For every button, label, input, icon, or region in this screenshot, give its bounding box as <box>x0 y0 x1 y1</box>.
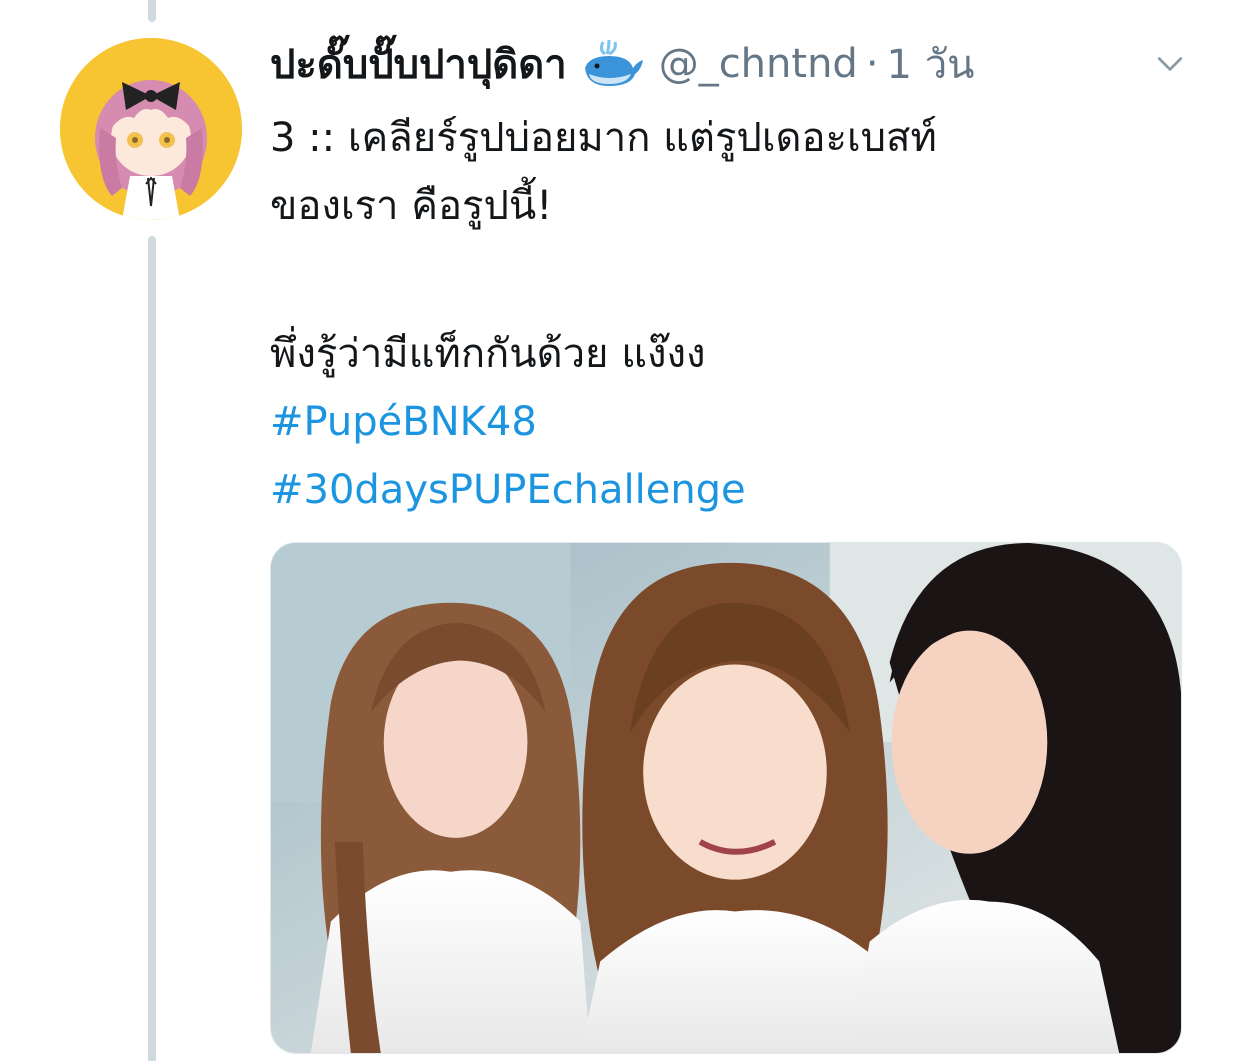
thread-connector-bottom <box>148 236 156 1061</box>
avatar[interactable] <box>60 38 242 220</box>
display-name[interactable]: ปะดั๊บปั๊บปาปุดิดา <box>270 32 567 96</box>
tweet-text-line: พึ่งรู้ว่ามีแท็กกันด้วย แง๊งง <box>270 331 706 377</box>
tweet-header: ปะดั๊บปั๊บปาปุดิดา @_chntnd · 1 วัน <box>270 34 1210 94</box>
photo-illustration <box>271 543 1181 1053</box>
chevron-down-icon <box>1157 57 1183 71</box>
whale-icon <box>581 38 645 90</box>
avatar-illustration <box>60 38 242 220</box>
user-handle[interactable]: @_chntnd <box>659 41 858 87</box>
tweet-text-line: ของเรา คือรูปนี้! <box>270 183 553 229</box>
hashtag-link[interactable]: #30daysPUPEchallenge <box>270 456 1170 524</box>
tweet-body: 3 :: เคลียร์รูปบ่อยมาก แต่รูปเดอะเบสท์ ข… <box>270 104 1170 524</box>
tweet-menu-button[interactable] <box>1150 44 1190 84</box>
thread-connector-top <box>148 0 156 22</box>
timestamp[interactable]: 1 วัน <box>887 32 975 96</box>
tweet-photo[interactable] <box>270 542 1182 1054</box>
tweet-text-line: 3 :: เคลียร์รูปบ่อยมาก แต่รูปเดอะเบสท์ <box>270 115 937 161</box>
separator-dot: · <box>865 41 879 87</box>
hashtag-link[interactable]: #PupéBNK48 <box>270 388 1170 456</box>
